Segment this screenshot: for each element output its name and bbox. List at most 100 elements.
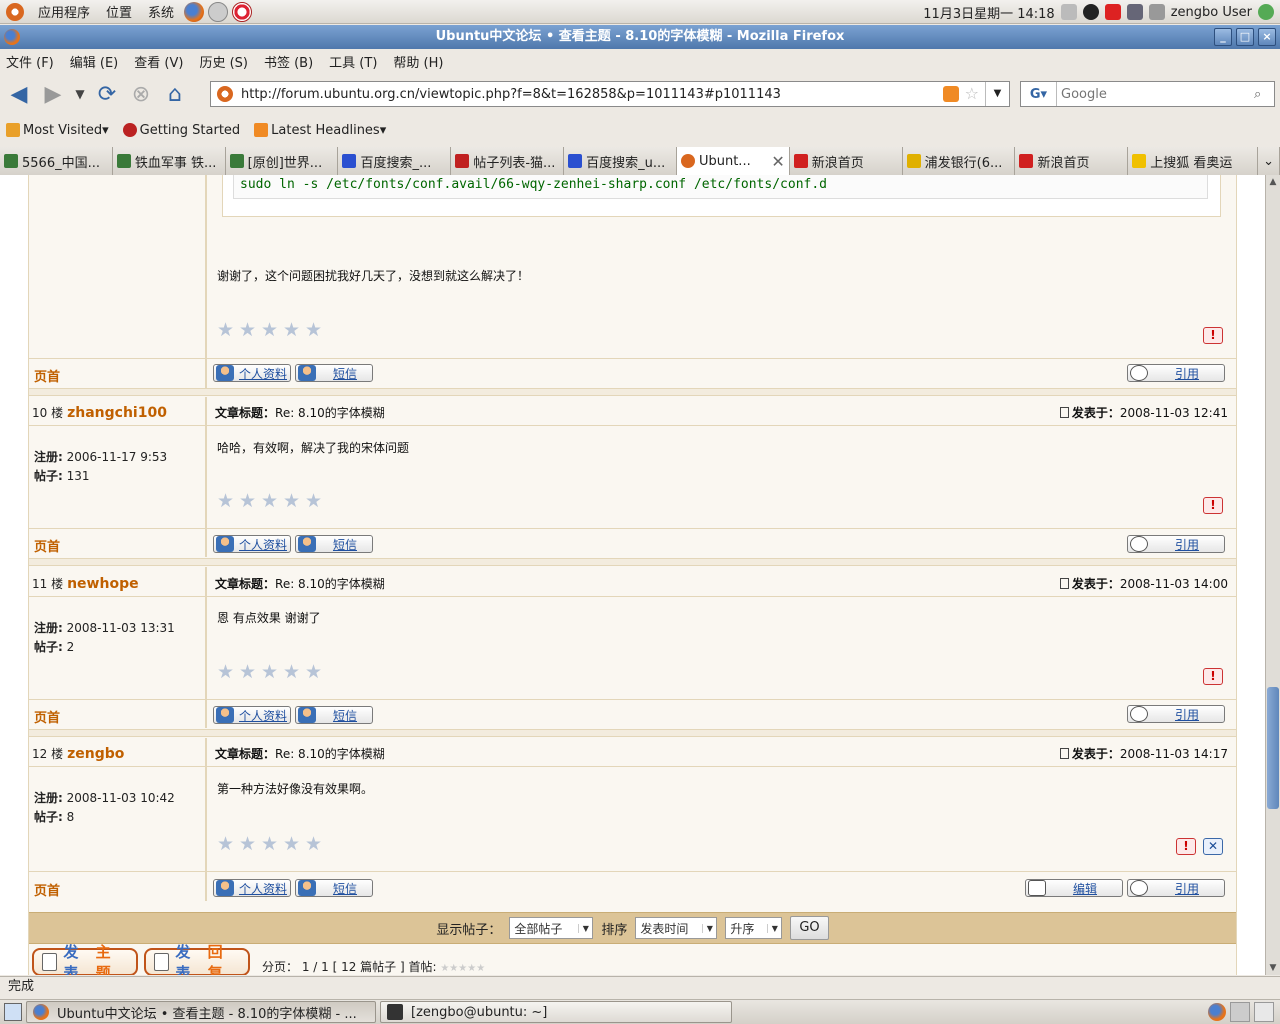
pm-button[interactable]: 短信 [295,706,373,724]
history-dropdown-icon[interactable]: ▼ [72,79,88,109]
back-to-top-link[interactable]: 页首 [34,880,60,899]
profile-button[interactable]: 个人资料 [213,706,291,724]
firefox-window-icon[interactable] [4,29,20,45]
scrollbar-thumb[interactable] [1267,687,1279,809]
firefox-launcher-icon[interactable] [184,1,205,22]
report-post-button[interactable]: ! [1203,327,1223,344]
workspace-switcher-1[interactable] [1230,1002,1250,1022]
rating-star-icon[interactable]: ★ [239,321,258,340]
rating-star-icon[interactable]: ★ [239,835,258,854]
user-status-icon[interactable] [1258,4,1274,20]
rating-star-icon[interactable]: ★ [305,321,324,340]
sort-order-select[interactable]: 升序 ▼ [725,917,783,939]
rating-star-icon[interactable]: ★ [305,663,324,682]
tab-9[interactable]: 浦发银行(6... [902,147,1016,175]
rating-stars[interactable]: ★ ★ ★ ★ ★ [217,835,324,854]
report-post-button[interactable]: ! [1176,838,1196,855]
rating-star-icon[interactable]: ★ [217,321,236,340]
home-icon[interactable]: ⌂ [160,79,190,109]
menu-help[interactable]: 帮助 (H) [393,52,443,71]
pm-button[interactable]: 短信 [295,535,373,553]
search-engine-google-icon[interactable]: G▾ [1021,82,1057,106]
rss-feed-icon[interactable] [943,86,959,102]
quote-button[interactable]: 引用 [1127,535,1225,553]
new-topic-button[interactable]: 发表 主题 [32,943,138,975]
tab-list-button[interactable]: ⌄ [1258,147,1280,175]
back-arrow-icon[interactable]: ◀ [4,79,34,109]
pm-button[interactable]: 短信 [295,879,373,897]
stop-icon[interactable]: ⊗ [126,79,156,109]
search-icon[interactable]: ⌕ [1254,87,1274,102]
menu-bookmarks[interactable]: 书签 (B) [264,52,313,71]
rating-star-icon[interactable]: ★ [217,835,236,854]
profile-button[interactable]: 个人资料 [213,879,291,897]
network-status-icon[interactable] [1126,4,1143,20]
reload-icon[interactable]: ⟳ [92,79,122,109]
rating-star-icon[interactable]: ★ [283,835,302,854]
search-input[interactable] [1057,83,1254,105]
menu-edit[interactable]: 编辑 (E) [70,52,119,71]
menu-tools[interactable]: 工具 (T) [329,52,377,71]
rating-star-icon[interactable]: ★ [217,663,236,682]
menu-view[interactable]: 查看 (V) [134,52,183,71]
bookmark-getting-started[interactable]: Getting Started [122,123,240,138]
tab-5[interactable]: 帖子列表-猫... [451,147,565,175]
applications-menu[interactable]: 应用程序 [30,0,98,24]
post-reply-button[interactable]: 发表 回复 [144,943,250,975]
minimize-button[interactable]: _ [1214,28,1232,46]
volume-icon[interactable] [1060,4,1077,20]
profile-button[interactable]: 个人资料 [213,364,291,382]
rating-star-icon[interactable]: ★ [305,835,324,854]
ubuntu-logo-icon[interactable] [6,2,24,21]
system-menu[interactable]: 系统 [140,0,182,24]
show-desktop-icon[interactable] [4,1003,22,1021]
profile-button[interactable]: 个人资料 [213,535,291,553]
tab-4[interactable]: 百度搜索_... [338,147,452,175]
url-text[interactable]: http://forum.ubuntu.org.cn/viewtopic.php… [241,87,781,102]
taskbar-firefox[interactable]: Ubuntu中文论坛 • 查看主题 - 8.10的字体模糊 - ... [26,1001,376,1023]
tab-3[interactable]: [原创]世界... [225,147,339,175]
report-post-button[interactable]: ! [1203,668,1223,685]
qq-icon[interactable] [1082,4,1099,20]
rating-star-icon[interactable]: ★ [261,663,280,682]
tab-2[interactable]: 铁血军事 铁... [112,147,226,175]
bookmark-latest-headlines[interactable]: Latest Headlines▾ [254,123,386,138]
post-link-icon[interactable] [1059,407,1069,418]
rating-star-icon[interactable]: ★ [217,492,236,511]
network-launcher-icon[interactable] [208,1,229,22]
go-button[interactable]: GO [790,916,829,940]
close-window-button[interactable]: × [1258,28,1276,46]
rating-star-icon[interactable]: ★ [283,492,302,511]
url-bar[interactable]: http://forum.ubuntu.org.cn/viewtopic.php… [210,81,1010,107]
printer-icon[interactable] [1148,4,1165,20]
post-link-icon[interactable] [1059,748,1069,759]
back-to-top-link[interactable]: 页首 [34,536,60,555]
quote-button[interactable]: 引用 [1127,705,1225,723]
tab-7-active[interactable]: Ubunt... ✕ [676,147,790,175]
clock[interactable]: 11月3日星期一 14:18 [923,3,1054,22]
url-dropdown-icon[interactable]: ▼ [985,82,1009,106]
tab-11[interactable]: 上搜狐 看奥运 [1128,147,1259,175]
rating-star-icon[interactable]: ★ [261,321,280,340]
workspace-switcher-2[interactable] [1254,1002,1274,1022]
firefox-tray-icon[interactable] [1208,1003,1226,1021]
taskbar-terminal[interactable]: [zengbo@ubuntu: ~] [380,1001,732,1023]
rating-stars[interactable]: ★ ★ ★ ★ ★ [217,663,324,682]
back-to-top-link[interactable]: 页首 [34,707,60,726]
places-menu[interactable]: 位置 [98,0,140,24]
rating-stars[interactable]: ★ ★ ★ ★ ★ [217,492,324,511]
report-post-button[interactable]: ! [1203,497,1223,514]
username-link[interactable]: zengbo [67,746,124,762]
scroll-up-icon[interactable]: ▲ [1268,177,1278,187]
edit-button[interactable]: 编辑 [1025,879,1123,897]
window-title-bar[interactable]: Ubuntu中文论坛 • 查看主题 - 8.10的字体模糊 - Mozilla … [0,25,1280,49]
update-icon[interactable] [1104,4,1121,20]
pm-button[interactable]: 短信 [295,364,373,382]
scroll-down-icon[interactable]: ▼ [1268,963,1278,973]
user-switcher[interactable]: zengbo User [1171,5,1252,20]
rating-stars[interactable]: ★ ★ ★ ★ ★ [217,321,324,340]
username-link[interactable]: zhangchi100 [67,405,167,421]
bookmark-star-icon[interactable]: ☆ [965,84,979,103]
menu-history[interactable]: 历史 (S) [199,52,248,71]
rating-star-icon[interactable]: ★ [261,835,280,854]
